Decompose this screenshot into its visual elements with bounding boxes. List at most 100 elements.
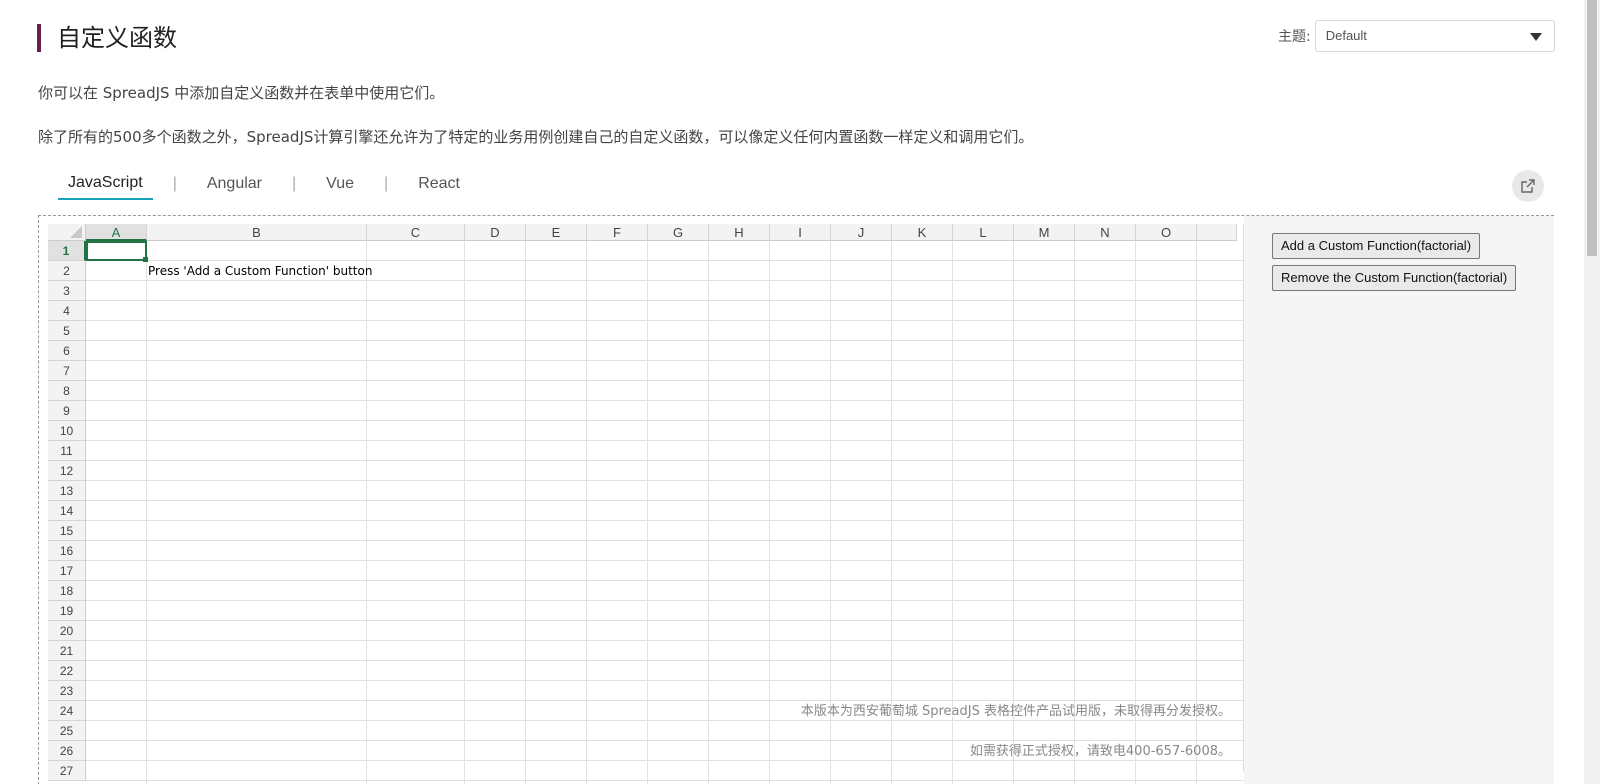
row-header[interactable]: 24: [48, 701, 86, 721]
grid-row-line: [86, 520, 1243, 521]
page-scrollbar-thumb[interactable]: [1587, 0, 1597, 256]
grid-row-line: [86, 600, 1243, 601]
tab-react[interactable]: React: [408, 175, 470, 199]
row-header[interactable]: 27: [48, 761, 86, 781]
grid-column-line: [146, 241, 147, 784]
column-header[interactable]: E: [526, 224, 587, 241]
tab-separator: |: [384, 175, 389, 192]
column-header[interactable]: M: [1014, 224, 1075, 241]
row-header[interactable]: 8: [48, 381, 86, 401]
grid-row-line: [86, 640, 1243, 641]
row-header[interactable]: 13: [48, 481, 86, 501]
cell-b2-text: Press 'Add a Custom Function' button: [148, 264, 373, 278]
row-header[interactable]: 3: [48, 281, 86, 301]
column-header-filler: [1197, 224, 1237, 241]
row-header[interactable]: 11: [48, 441, 86, 461]
row-header[interactable]: 16: [48, 541, 86, 561]
grid-column-line: [647, 241, 648, 784]
grid-row-line: [86, 500, 1243, 501]
grid-row-line: [86, 540, 1243, 541]
column-header[interactable]: O: [1136, 224, 1197, 241]
grid-row-line: [86, 480, 1243, 481]
row-header[interactable]: 20: [48, 621, 86, 641]
row-header[interactable]: 26: [48, 741, 86, 761]
tab-separator: |: [172, 175, 177, 192]
column-header[interactable]: A: [86, 224, 147, 241]
row-header[interactable]: 21: [48, 641, 86, 661]
row-header[interactable]: 10: [48, 421, 86, 441]
row-header[interactable]: 4: [48, 301, 86, 321]
grid-row-line: [86, 560, 1243, 561]
column-header[interactable]: L: [953, 224, 1014, 241]
grid-column-line: [586, 241, 587, 784]
column-header[interactable]: K: [892, 224, 953, 241]
row-header[interactable]: 17: [48, 561, 86, 581]
row-header[interactable]: 2: [48, 261, 86, 281]
open-in-new-window-button[interactable]: [1512, 170, 1544, 202]
grid-row-line: [86, 580, 1243, 581]
row-header[interactable]: 18: [48, 581, 86, 601]
tab-vue[interactable]: Vue: [316, 175, 364, 199]
framework-tabs: JavaScript | Angular | Vue | React: [58, 174, 470, 200]
column-header[interactable]: I: [770, 224, 831, 241]
grid-row-line: [86, 780, 1243, 781]
row-header[interactable]: 9: [48, 401, 86, 421]
grid-row-line: [86, 360, 1243, 361]
grid-row-line: [86, 260, 1243, 261]
column-header[interactable]: D: [465, 224, 526, 241]
grid-row-line: [86, 440, 1243, 441]
grid-column-line: [366, 241, 367, 784]
grid-row-line: [86, 720, 1243, 721]
column-header[interactable]: G: [648, 224, 709, 241]
tab-angular[interactable]: Angular: [197, 175, 272, 199]
chevron-down-icon: [1529, 33, 1542, 41]
column-header[interactable]: B: [147, 224, 367, 241]
grid-row-line: [86, 380, 1243, 381]
page-title: 自定义函数: [57, 24, 177, 52]
spreadsheet-corner[interactable]: [48, 224, 86, 241]
remove-custom-function-button[interactable]: Remove the Custom Function(factorial): [1272, 265, 1517, 291]
row-header[interactable]: 25: [48, 721, 86, 741]
tab-separator: |: [292, 175, 297, 192]
theme-select[interactable]: Default: [1314, 20, 1555, 52]
tab-javascript[interactable]: JavaScript: [58, 174, 153, 200]
row-header[interactable]: 19: [48, 601, 86, 621]
theme-label: 主题:: [1278, 29, 1311, 45]
row-header[interactable]: 12: [48, 461, 86, 481]
open-new-window-icon: [1521, 179, 1535, 193]
row-header[interactable]: 5: [48, 321, 86, 341]
description-detail: 除了所有的500多个函数之外，SpreadJS计算引擎还允许为了特定的业务用例创…: [38, 128, 1034, 146]
theme-selector: 主题: Default: [1278, 20, 1555, 52]
column-header[interactable]: F: [587, 224, 648, 241]
page-vertical-scrollbar[interactable]: [1584, 0, 1600, 784]
grid-row-line: [86, 320, 1243, 321]
page-title-bar: 自定义函数: [37, 24, 177, 52]
fill-handle[interactable]: [143, 257, 148, 262]
select-all-icon: [70, 226, 82, 238]
grid-column-line: [464, 241, 465, 784]
grid-row-line: [86, 420, 1243, 421]
options-panel: Add a Custom Function(factorial) Remove …: [1244, 216, 1554, 784]
grid-column-line: [525, 241, 526, 784]
grid-row-line: [86, 620, 1243, 621]
row-header[interactable]: 22: [48, 661, 86, 681]
column-header[interactable]: C: [367, 224, 465, 241]
active-cell[interactable]: [86, 241, 148, 262]
column-header[interactable]: J: [831, 224, 892, 241]
grid-row-line: [86, 680, 1243, 681]
grid-column-line: [769, 241, 770, 784]
grid-row-line: [86, 280, 1243, 281]
row-header[interactable]: 15: [48, 521, 86, 541]
row-header[interactable]: 7: [48, 361, 86, 381]
column-header[interactable]: N: [1075, 224, 1136, 241]
trial-watermark-line1: 本版本为西安葡萄城 SpreadJS 表格控件产品试用版，未取得再分发授权。: [800, 704, 1231, 719]
row-header[interactable]: 23: [48, 681, 86, 701]
row-header[interactable]: 1: [48, 241, 86, 261]
demo-container: A B C D E F G H I J K L M N O 1 2 3 4 5 6 7 8 9 10 11 12 13 14 15 16 17…: [38, 215, 1554, 784]
row-header[interactable]: 14: [48, 501, 86, 521]
column-header[interactable]: H: [709, 224, 770, 241]
spreadsheet[interactable]: A B C D E F G H I J K L M N O 1 2 3 4 5 6 7 8 9 10 11 12 13 14 15 16 17…: [48, 224, 1243, 784]
add-custom-function-button[interactable]: Add a Custom Function(factorial): [1272, 233, 1481, 259]
grid-column-line: [708, 241, 709, 784]
row-header[interactable]: 6: [48, 341, 86, 361]
